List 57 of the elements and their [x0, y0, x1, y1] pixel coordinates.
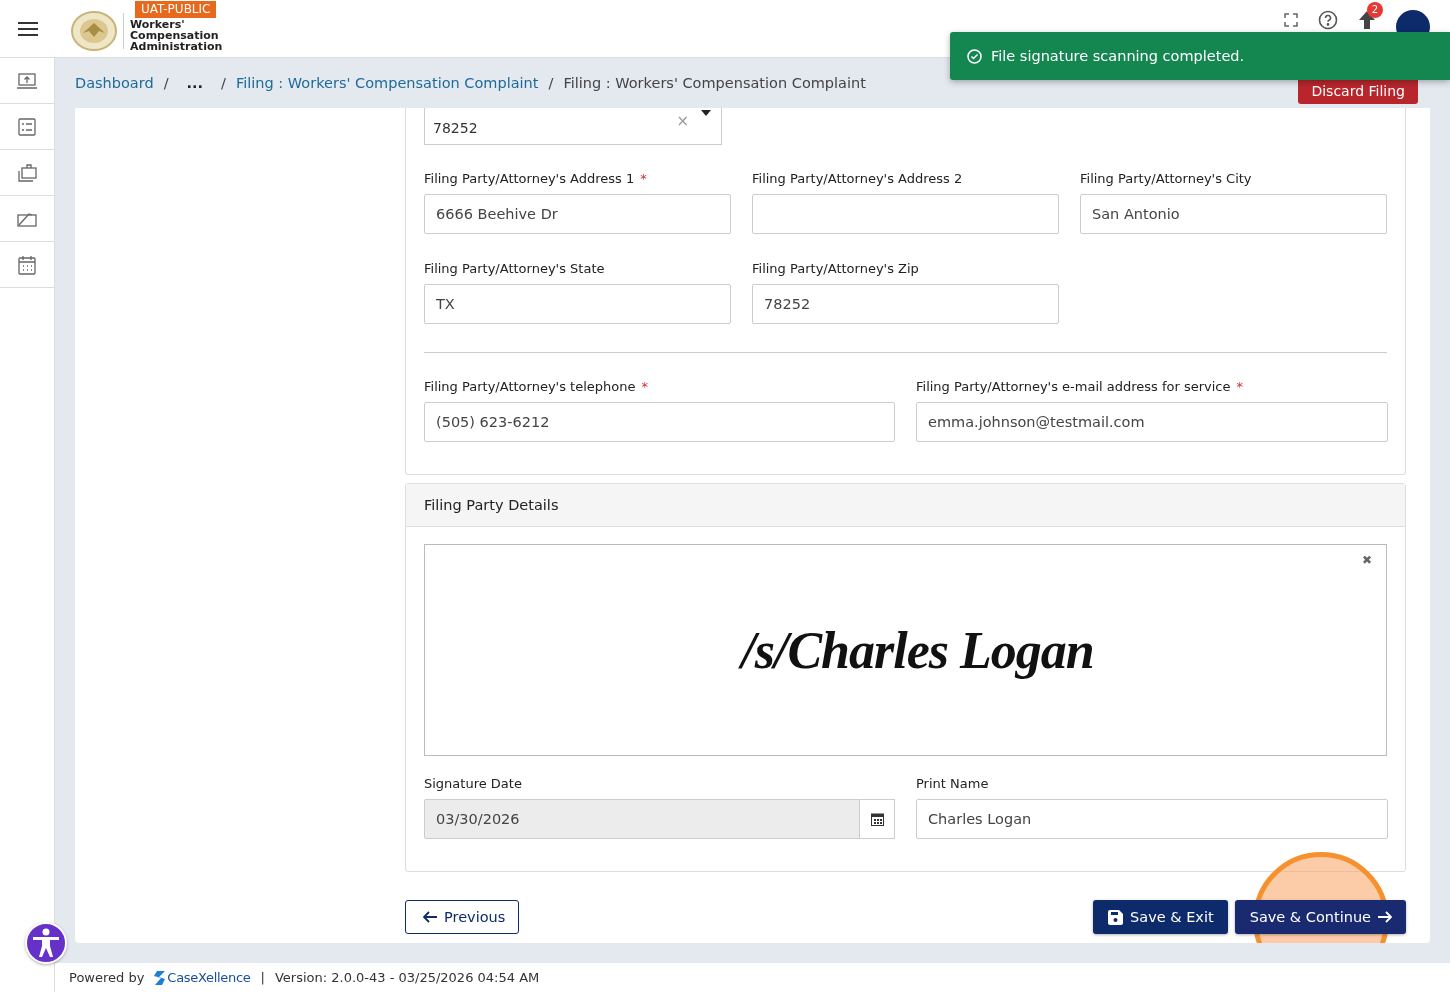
menu-icon[interactable] — [18, 20, 38, 37]
text-field[interactable]: 6666 Beehive Dr — [424, 194, 731, 234]
environment-badge: UAT-PUBLIC — [135, 1, 217, 18]
breadcrumb-separator: / — [163, 75, 169, 91]
field-label: Filing Party/Attorney's City — [1080, 171, 1253, 186]
text-field[interactable]: TX — [424, 284, 731, 324]
text-field[interactable]: Charles Logan — [916, 799, 1388, 839]
toast-message: File signature scanning completed. — [991, 48, 1245, 64]
help-icon[interactable] — [1318, 9, 1338, 30]
field-label: Filing Party/Attorney's Address 2 — [752, 171, 964, 186]
field-label: Filing Party/Attorney's Zip — [752, 261, 920, 276]
caret-icon[interactable] — [701, 110, 711, 116]
accessibility-icon — [32, 928, 60, 958]
calendar-button[interactable] — [860, 799, 895, 839]
arrow-left-icon — [423, 911, 437, 923]
breadcrumb-separator: / — [548, 75, 554, 91]
address-select[interactable]: 78252 × — [424, 108, 722, 145]
calendar-icon[interactable] — [18, 254, 36, 275]
discard-filing-button[interactable]: Discard Filing — [1298, 78, 1418, 104]
save-exit-button[interactable]: Save & Exit — [1093, 900, 1228, 934]
breadcrumb-item: Filing : Workers' Compensation Complaint — [563, 75, 866, 91]
text-field[interactable]: 78252 — [752, 284, 1059, 324]
arrow-right-icon — [1378, 911, 1392, 923]
list-icon[interactable] — [18, 117, 36, 136]
breadcrumb-separator: / — [221, 75, 226, 91]
seal-icon — [71, 10, 117, 51]
breadcrumb-link[interactable]: Filing : Workers' Compensation Complaint — [236, 75, 539, 91]
text-field[interactable]: emma.johnson@testmail.com — [916, 402, 1388, 442]
breadcrumb-link[interactable]: Dashboard — [75, 75, 154, 91]
powered-by-text: Powered by — [69, 970, 145, 985]
fullscreen-icon[interactable] — [1284, 12, 1298, 27]
text-field[interactable]: San Antonio — [1080, 194, 1387, 234]
brand-mark-icon — [154, 970, 166, 985]
check-circle-icon — [967, 48, 982, 64]
calendar-icon — [870, 812, 884, 826]
remove-signature-icon[interactable]: ✖ — [1361, 553, 1372, 567]
accessibility-button[interactable] — [25, 922, 67, 964]
save-continue-button[interactable]: Save & Continue — [1234, 900, 1406, 934]
field-label: Filing Party/Attorney's e-mail address for service * — [916, 379, 1245, 394]
field-label: Filing Party/Attorney's telephone * — [424, 379, 649, 394]
laptop-upload-icon[interactable] — [17, 72, 37, 89]
text-field[interactable]: (505) 623-6212 — [424, 402, 895, 442]
text-field[interactable] — [752, 194, 1059, 234]
version-text: Version: 2.0.0-43 - 03/25/2026 04:54 AM — [274, 970, 540, 985]
brand-logo: CaseXellence — [154, 970, 251, 985]
edit-icon[interactable] — [17, 210, 37, 227]
footer-separator: | — [260, 970, 265, 985]
previous-button[interactable]: Previous — [405, 900, 520, 934]
field-label: Print Name — [916, 776, 990, 791]
breadcrumb-item: ... — [186, 75, 204, 91]
field-label: Filing Party/Attorney's State — [424, 261, 606, 276]
field-label: Signature Date — [424, 776, 523, 791]
logo-text: Workers' Compensation Administration — [130, 17, 223, 52]
notification-count: 2 — [1367, 1, 1383, 18]
briefcase-icon[interactable] — [17, 163, 37, 182]
panel-header: Filing Party Details — [406, 484, 1405, 527]
field-label: Filing Party/Attorney's Address 1 * — [424, 171, 648, 186]
